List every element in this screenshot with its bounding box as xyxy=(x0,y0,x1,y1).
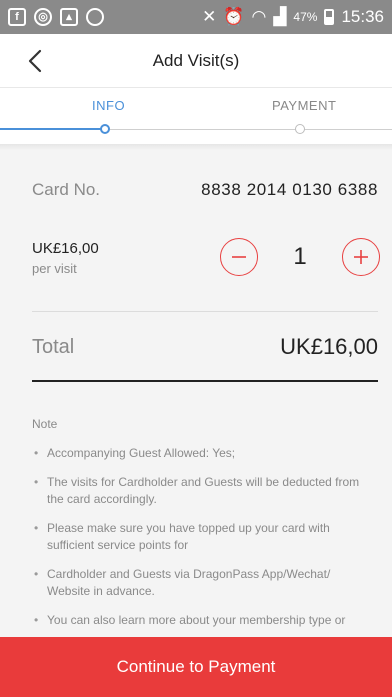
back-button[interactable] xyxy=(20,46,50,76)
visit-form: Card No. 8838 2014 0130 6388 UK£16,00 pe… xyxy=(0,144,392,697)
continue-to-payment-button[interactable]: Continue to Payment xyxy=(0,637,392,697)
notification-icons: f ◎ ▴ xyxy=(8,8,104,26)
signal-icon: ▟ xyxy=(273,7,287,26)
card-number-row: Card No. 8838 2014 0130 6388 xyxy=(32,180,378,200)
clock: 15:36 xyxy=(341,7,384,26)
progress-track-active xyxy=(0,128,105,130)
progress-track-idle xyxy=(105,129,392,130)
battery-icon xyxy=(324,9,335,25)
note-item: You can also learn more about your membe… xyxy=(32,612,362,629)
note-list: Accompanying Guest Allowed: Yes; The vis… xyxy=(32,445,362,641)
status-bar: f ◎ ▴ ✕ ⏰ ◠ ▟ 47% 15:36 xyxy=(0,0,392,34)
note-item: Please make sure you have topped up your… xyxy=(32,520,362,554)
total-label: Total xyxy=(32,335,75,358)
total-underline xyxy=(32,380,378,382)
price-amount: UK£16,00 xyxy=(32,240,99,257)
quantity-stepper: 1 xyxy=(220,238,380,276)
note-item: Accompanying Guest Allowed: Yes; xyxy=(32,445,362,462)
step-payment-dot xyxy=(295,124,305,134)
minus-icon xyxy=(232,256,246,258)
price-per-visit: UK£16,00 per visit xyxy=(32,240,99,276)
wifi-icon: ◠ xyxy=(251,7,267,26)
divider xyxy=(32,311,378,312)
total-value: UK£16,00 xyxy=(280,334,378,359)
note-title: Note xyxy=(32,417,58,431)
step-info-label: INFO xyxy=(92,98,126,113)
card-number-value: 8838 2014 0130 6388 xyxy=(201,180,378,199)
battery-percent: 47% xyxy=(293,10,318,24)
plus-icon xyxy=(354,250,368,264)
system-icons: ✕ ⏰ ◠ ▟ 47% 15:36 xyxy=(202,7,384,27)
increase-button[interactable] xyxy=(342,238,380,276)
step-info-dot xyxy=(100,124,110,134)
step-payment-label: PAYMENT xyxy=(272,98,337,113)
total-row: Total UK£16,00 xyxy=(32,334,378,360)
circle-icon xyxy=(86,8,104,26)
card-number-label: Card No. xyxy=(32,180,101,199)
app-header: Add Visit(s) xyxy=(0,34,392,88)
page-title: Add Visit(s) xyxy=(152,50,240,70)
progress-stepper: INFO PAYMENT xyxy=(0,88,392,144)
mute-icon: ✕ xyxy=(202,7,217,26)
decrease-button[interactable] xyxy=(220,238,258,276)
quantity-value: 1 xyxy=(293,243,307,270)
sync-icon: ◎ xyxy=(34,8,52,26)
image-icon: ▴ xyxy=(60,8,78,26)
price-unit: per visit xyxy=(32,261,77,276)
chevron-left-icon xyxy=(28,49,42,73)
facebook-icon: f xyxy=(8,8,26,26)
alarm-icon: ⏰ xyxy=(223,7,245,26)
note-item: The visits for Cardholder and Guests wil… xyxy=(32,474,362,508)
note-item: Cardholder and Guests via DragonPass App… xyxy=(32,566,362,600)
